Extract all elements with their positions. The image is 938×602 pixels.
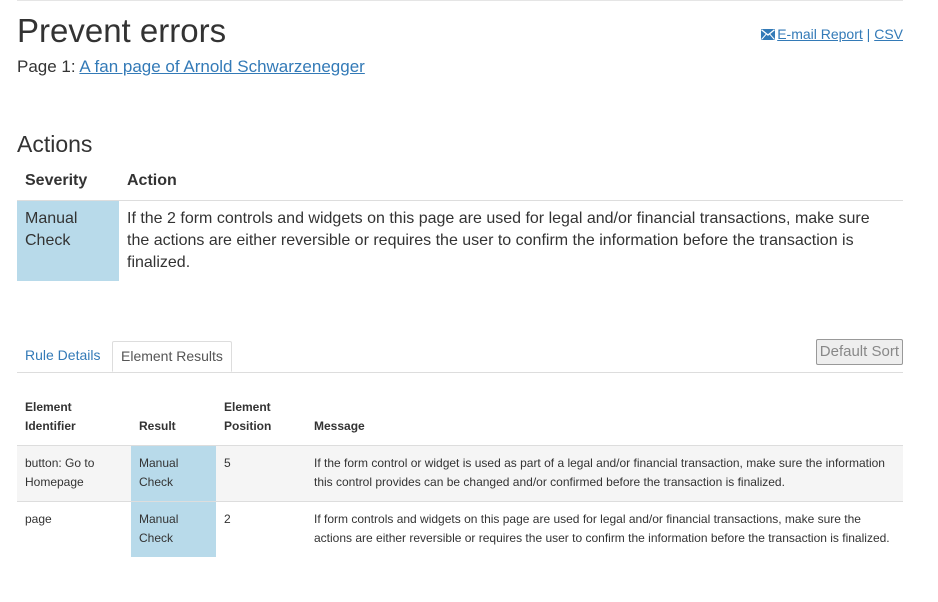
default-sort-button[interactable]: Default Sort	[815, 339, 903, 365]
top-divider	[17, 0, 903, 1]
message-header-label: Message	[314, 419, 365, 433]
result-cell: Manual Check	[131, 445, 216, 502]
actions-table: Severity Action Manual Check If the 2 fo…	[17, 165, 903, 281]
result-cell: Manual Check	[131, 501, 216, 557]
result-header[interactable]: Result	[131, 391, 216, 446]
tab-element-results[interactable]: Element Results	[112, 341, 232, 372]
position-header-label: Element Position	[224, 400, 272, 433]
action-cell: If the 2 form controls and widgets on th…	[127, 210, 870, 271]
position-cell: 2	[224, 512, 231, 526]
table-row[interactable]: page Manual Check 2 If form controls and…	[17, 501, 903, 557]
link-separator: |	[862, 26, 875, 42]
page-prefix: Page 1:	[17, 57, 80, 76]
email-report-label: E-mail Report	[777, 26, 863, 42]
element-results-table: Element Identifier Result Element Positi…	[17, 391, 903, 557]
envelope-icon	[761, 29, 776, 40]
identifier-cell: page	[25, 512, 52, 526]
identifier-header[interactable]: Element Identifier	[17, 391, 131, 446]
tab-rule-details[interactable]: Rule Details	[17, 341, 108, 370]
results-tabs: Rule Details Element Results	[17, 339, 903, 373]
identifier-cell: button: Go to Homepage	[17, 445, 131, 502]
actions-heading: Actions	[17, 131, 93, 157]
message-cell: If the form control or widget is used as…	[306, 445, 903, 502]
position-cell: 5	[216, 445, 306, 502]
action-header: Action	[119, 165, 903, 201]
severity-cell: Manual Check	[17, 200, 119, 281]
action-row: Manual Check If the 2 form controls and …	[17, 200, 903, 281]
page-title: Prevent errors	[17, 12, 227, 49]
csv-link[interactable]: CSV	[874, 26, 903, 42]
severity-header: Severity	[17, 165, 119, 201]
position-header[interactable]: Element Position	[216, 391, 306, 446]
message-header[interactable]: Message	[306, 391, 903, 446]
table-row[interactable]: button: Go to Homepage Manual Check 5 If…	[17, 445, 903, 502]
report-links: E-mail Report | CSV	[761, 26, 903, 42]
email-report-link[interactable]: E-mail Report	[761, 26, 863, 42]
message-cell: If form controls and widgets on this pag…	[314, 512, 890, 545]
result-header-label: Result	[139, 419, 176, 433]
page-info: Page 1: A fan page of Arnold Schwarzeneg…	[17, 57, 365, 77]
page-link[interactable]: A fan page of Arnold Schwarzenegger	[79, 57, 364, 76]
identifier-header-label: Element Identifier	[25, 400, 76, 433]
